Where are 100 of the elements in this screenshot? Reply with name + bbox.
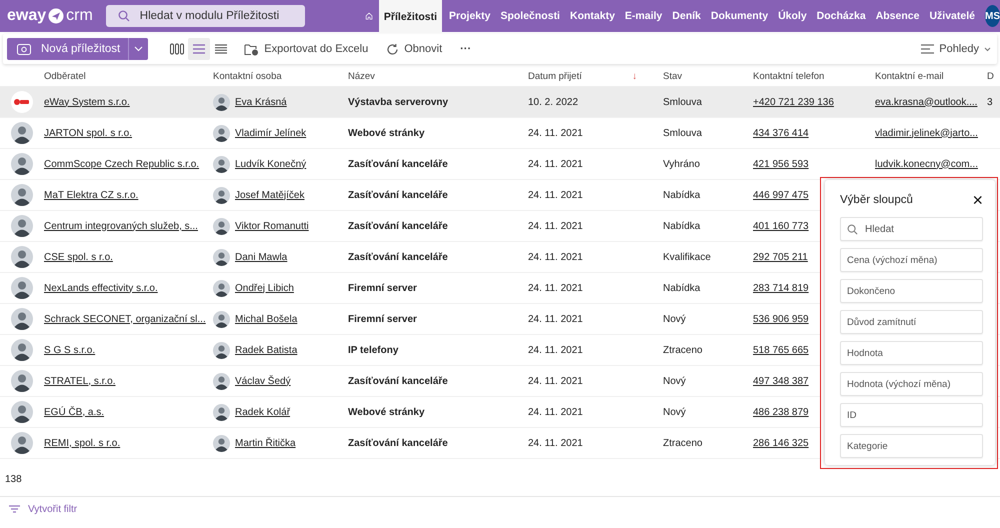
views-button[interactable]: Pohledy — [915, 38, 997, 60]
table-cell: Firemní server — [348, 314, 417, 324]
company-link[interactable]: S G S s.r.o. — [44, 344, 96, 356]
phone-link[interactable]: 518 765 665 — [753, 344, 809, 356]
column-option[interactable]: Hodnota — [840, 341, 983, 365]
dropdown-button[interactable] — [128, 38, 148, 60]
company-link[interactable]: Centrum integrovaných služeb, s... — [44, 220, 198, 232]
export-button[interactable]: Exportovat do Excelu — [238, 38, 374, 60]
column-header[interactable]: Odběratel — [44, 70, 86, 82]
email-link[interactable]: ludvik.konecny@com... — [875, 158, 978, 170]
table-row[interactable]: JARTON spol. s r.o. Vladimír Jelínek Webové stránky 24. 11. 2021 Smlouva 434 376 414 vladimir.jelinek@jarto... — [0, 118, 1000, 149]
nav-tab[interactable]: E-maily — [620, 0, 668, 32]
company-link[interactable]: CommScope Czech Republic s.r.o. — [44, 158, 200, 170]
company-link[interactable]: CSE spol. s r.o. — [44, 252, 113, 262]
contact-link[interactable]: Josef Matějíček — [235, 190, 304, 200]
column-header[interactable]: Stav — [663, 70, 682, 82]
logo[interactable]: eway crm — [0, 7, 93, 25]
nav-tab[interactable]: Uživatelé — [924, 0, 980, 32]
table-row[interactable]: eWay System s.r.o. Eva Krásná Výstavba serverovny 10. 2. 2022 Smlouva +420 721 239 136 eva.krasna@outlook.... 3 — [0, 87, 1000, 118]
search-field[interactable]: Hledat v modulu Příležitosti — [106, 5, 305, 27]
sort-arrow[interactable]: ↓ — [632, 70, 637, 82]
table-cell: Vyhráno — [663, 158, 700, 170]
table-cell: 24. 11. 2021 — [528, 438, 583, 448]
new-opportunity-button[interactable]: Nová příležitost — [7, 38, 128, 60]
company-link[interactable]: NexLands effectivity s.r.o. — [44, 282, 158, 294]
table-cell: Nabídka — [663, 190, 700, 200]
table-cell: Zasíťování kanceláře — [348, 252, 448, 262]
company-link[interactable]: EGÚ ČB, a.s. — [44, 406, 104, 418]
column-header[interactable]: Kontaktní e-mail — [875, 70, 944, 82]
email-link[interactable]: vladimir.jelinek@jarto... — [875, 128, 978, 138]
contact-link[interactable]: Radek Batista — [235, 344, 298, 356]
contact-link[interactable]: Eva Krásná — [235, 96, 287, 108]
company-link[interactable]: STRATEL, s.r.o. — [44, 376, 116, 386]
close-button[interactable]: × — [972, 191, 983, 209]
nav-tab[interactable]: Společnosti — [495, 0, 565, 32]
phone-link[interactable]: 401 160 773 — [753, 220, 809, 232]
nav-tab[interactable]: Deník — [667, 0, 706, 32]
search-field[interactable]: Hledat — [840, 217, 983, 241]
search-icon — [847, 224, 858, 235]
column-header[interactable]: Kontaktní telefon — [753, 70, 824, 82]
column-option[interactable]: Cena (výchozí měna) — [840, 248, 983, 272]
contact-link[interactable]: Ondřej Libich — [235, 282, 294, 294]
phone-link[interactable]: 486 238 879 — [753, 406, 809, 418]
table-cell: 24. 11. 2021 — [528, 190, 583, 200]
phone-link[interactable]: 292 705 211 — [753, 252, 808, 262]
user-avatar[interactable]: MS — [985, 5, 1000, 27]
table-cell: Smlouva — [663, 128, 702, 138]
nav-tab[interactable]: Dokumenty — [706, 0, 774, 32]
company-link[interactable]: MaT Elektra CZ s.r.o. — [44, 190, 138, 200]
column-header[interactable]: Datum přijetí — [528, 70, 582, 82]
contact-link[interactable]: Ludvík Konečný — [235, 158, 306, 170]
nav-tab[interactable]: Úkoly — [773, 0, 812, 32]
column-option[interactable]: Kategorie — [840, 434, 983, 458]
contact-link[interactable]: Dani Mawla — [235, 252, 288, 262]
table-cell: 10. 2. 2022 — [528, 96, 578, 108]
column-header[interactable]: Kontaktní osoba — [213, 70, 282, 82]
avatar-icon — [11, 153, 33, 175]
company-link[interactable]: REMI, spol. s r.o. — [44, 438, 120, 448]
list-view-button[interactable] — [188, 38, 210, 60]
contact-link[interactable]: Michal Bošela — [235, 314, 298, 324]
nav-tab[interactable]: Kontakty — [564, 0, 620, 32]
contact-link[interactable]: Vladimír Jelínek — [235, 128, 306, 138]
refresh-button[interactable]: Obnovit — [380, 38, 448, 60]
avatar-icon — [11, 215, 33, 237]
create-filter-button[interactable]: Vytvořit filtr — [0, 502, 84, 516]
company-link[interactable]: eWay System s.r.o. — [44, 96, 130, 108]
nav-tab[interactable]: Absence — [870, 0, 924, 32]
column-option[interactable]: Dokončeno — [840, 279, 983, 303]
column-option[interactable]: Hodnota (výchozí měna) — [840, 372, 983, 396]
phone-link[interactable]: 497 348 387 — [753, 376, 809, 386]
list-icon — [921, 44, 934, 54]
avatar-icon — [11, 122, 33, 144]
contact-link[interactable]: Martin Řitička — [235, 438, 296, 448]
contact-link[interactable]: Viktor Romanutti — [235, 220, 309, 232]
contact-link[interactable]: Radek Kolář — [235, 406, 290, 418]
contact-link[interactable]: Václav Šedý — [235, 376, 291, 386]
column-option[interactable]: ID — [840, 403, 983, 427]
nav-tab[interactable]: Příležitosti — [378, 0, 442, 33]
phone-link[interactable]: +420 721 239 136 — [753, 96, 834, 108]
phone-link[interactable]: 286 146 325 — [753, 438, 809, 448]
column-header[interactable]: Název — [348, 70, 375, 82]
avatar-icon — [213, 372, 230, 390]
company-link[interactable]: Schrack SECONET, organizační sl... — [44, 314, 206, 324]
table-cell: Nabídka — [663, 282, 700, 294]
folder-icon — [244, 42, 260, 56]
table-cell: Nabídka — [663, 220, 700, 232]
phone-link[interactable]: 446 997 475 — [753, 190, 809, 200]
phone-link[interactable]: 283 714 819 — [753, 282, 809, 294]
column-option[interactable]: Důvod zamítnutí — [840, 310, 983, 334]
column-header[interactable]: D — [987, 70, 994, 82]
email-link[interactable]: eva.krasna@outlook.... — [875, 96, 978, 108]
phone-link[interactable]: 536 906 959 — [753, 314, 809, 324]
table-cell: Nový — [663, 376, 686, 386]
company-link[interactable]: JARTON spol. s r.o. — [44, 128, 132, 138]
more-button[interactable]: ··· — [454, 38, 478, 60]
table-cell: 24. 11. 2021 — [528, 406, 583, 418]
phone-link[interactable]: 421 956 593 — [753, 158, 809, 170]
phone-link[interactable]: 434 376 414 — [753, 128, 809, 138]
nav-tab[interactable]: Docházka — [812, 0, 871, 32]
nav-tab[interactable]: Projekty — [444, 0, 496, 32]
